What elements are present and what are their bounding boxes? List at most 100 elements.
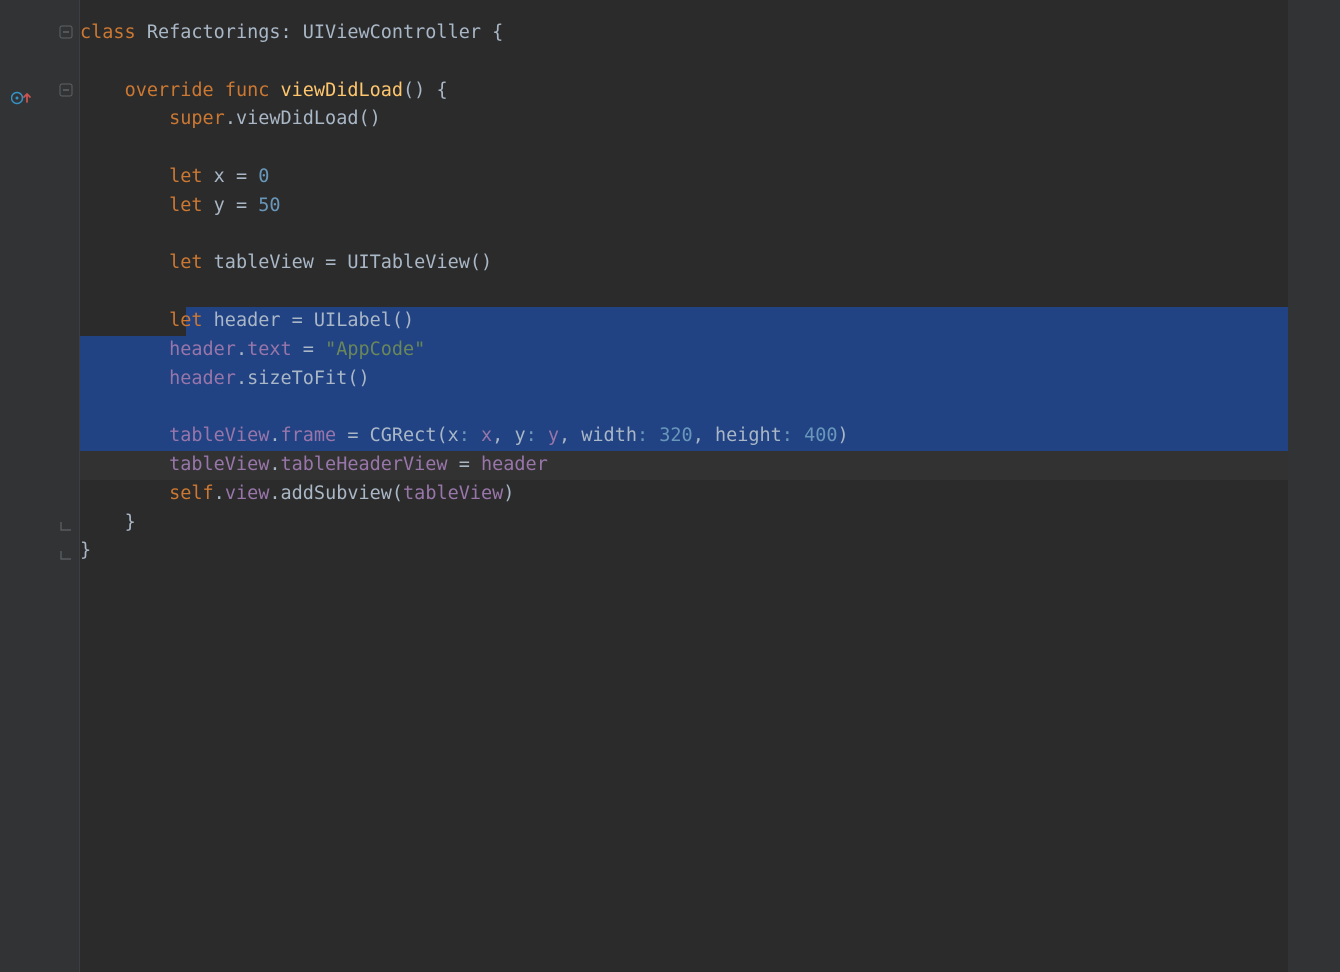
- fold-end-icon[interactable]: [59, 544, 73, 558]
- property: view: [225, 483, 270, 504]
- method-call: sizeToFit: [247, 368, 347, 389]
- dot: .: [269, 454, 280, 475]
- keyword: let: [169, 166, 202, 187]
- code-line[interactable]: let x = 0: [80, 163, 1340, 192]
- var-name: header: [214, 310, 281, 331]
- code-line[interactable]: [80, 48, 1340, 77]
- keyword: let: [169, 252, 202, 273]
- code-line[interactable]: header.text = "AppCode": [80, 336, 1340, 365]
- number: 0: [258, 166, 269, 187]
- eq: =: [303, 339, 314, 360]
- parens: (): [392, 310, 414, 331]
- dot: .: [236, 339, 247, 360]
- error-stripe[interactable]: [1288, 0, 1340, 972]
- number: 50: [258, 195, 280, 216]
- override-up-icon[interactable]: [11, 86, 31, 100]
- code-editor[interactable]: 💡 class Refactorings: UIViewController {…: [0, 0, 1340, 972]
- param-label: x: [448, 425, 459, 446]
- keyword: class: [80, 22, 136, 43]
- parens: (): [470, 252, 492, 273]
- identifier: header: [169, 339, 236, 360]
- code-line[interactable]: super.viewDidLoad(): [80, 105, 1340, 134]
- fold-toggle-icon[interactable]: [59, 25, 73, 39]
- dot: .: [269, 483, 280, 504]
- eq: =: [325, 252, 336, 273]
- code-line[interactable]: tableView.frame = CGRect(x: x, y: y, wid…: [80, 422, 1340, 451]
- param-label: y: [514, 425, 525, 446]
- code-line[interactable]: let y = 50: [80, 192, 1340, 221]
- brace: }: [125, 512, 136, 533]
- eq: =: [236, 166, 247, 187]
- eq: =: [236, 195, 247, 216]
- eq: =: [292, 310, 303, 331]
- function-name: viewDidLoad: [281, 80, 404, 101]
- parens: (): [358, 108, 380, 129]
- eq: =: [459, 454, 470, 475]
- comma: ,: [492, 425, 503, 446]
- arg: tableView: [403, 483, 503, 504]
- dot: .: [214, 483, 225, 504]
- dot: .: [225, 108, 236, 129]
- gutter[interactable]: [0, 0, 80, 972]
- comma: ,: [693, 425, 704, 446]
- fold-end-icon[interactable]: [59, 515, 73, 529]
- keyword: super: [169, 108, 225, 129]
- fold-toggle-icon[interactable]: [59, 83, 73, 97]
- type-name: UITableView: [347, 252, 470, 273]
- number: 400: [804, 425, 837, 446]
- brace: {: [436, 80, 447, 101]
- eq: =: [347, 425, 358, 446]
- code-line[interactable]: }: [80, 537, 1340, 566]
- brace: {: [492, 22, 503, 43]
- lparen: (: [392, 483, 403, 504]
- code-line[interactable]: class Refactorings: UIViewController {: [80, 19, 1340, 48]
- rparen: ): [838, 425, 849, 446]
- param-label: width: [581, 425, 637, 446]
- brace: }: [80, 540, 91, 561]
- type-name: CGRect: [370, 425, 437, 446]
- code-line[interactable]: [80, 278, 1340, 307]
- type-name: Refactorings: [147, 22, 281, 43]
- identifier: header: [169, 368, 236, 389]
- arg: x: [481, 425, 492, 446]
- code-line[interactable]: }: [80, 509, 1340, 538]
- identifier: tableView: [169, 454, 269, 475]
- parens: (): [403, 80, 425, 101]
- dot: .: [269, 425, 280, 446]
- lparen: (: [436, 425, 447, 446]
- code-line[interactable]: override func viewDidLoad() {: [80, 77, 1340, 106]
- code-line[interactable]: tableView.tableHeaderView = header: [80, 451, 1340, 480]
- rparen: ): [503, 483, 514, 504]
- colon: :: [782, 425, 793, 446]
- keyword: let: [169, 310, 202, 331]
- code-line[interactable]: [80, 134, 1340, 163]
- code-area[interactable]: 💡 class Refactorings: UIViewController {…: [80, 0, 1340, 972]
- keyword: func: [225, 80, 270, 101]
- property: frame: [281, 425, 337, 446]
- method-call: viewDidLoad: [236, 108, 359, 129]
- keyword: self: [169, 483, 214, 504]
- colon: :: [526, 425, 537, 446]
- code-line[interactable]: let header = UILabel(): [80, 307, 1340, 336]
- type-name: UILabel: [314, 310, 392, 331]
- arg: y: [548, 425, 559, 446]
- code-line[interactable]: [80, 221, 1340, 250]
- supertype: UIViewController: [303, 22, 481, 43]
- colon: :: [459, 425, 470, 446]
- code-line[interactable]: [80, 393, 1340, 422]
- property: tableHeaderView: [281, 454, 448, 475]
- code-line[interactable]: let tableView = UITableView(): [80, 249, 1340, 278]
- property: text: [247, 339, 292, 360]
- colon: :: [281, 22, 292, 43]
- code-line[interactable]: header.sizeToFit(): [80, 365, 1340, 394]
- keyword: override: [125, 80, 214, 101]
- colon: :: [637, 425, 648, 446]
- var-name: y: [214, 195, 225, 216]
- keyword: let: [169, 195, 202, 216]
- string: "AppCode": [325, 339, 425, 360]
- param-label: height: [715, 425, 782, 446]
- code-line[interactable]: self.view.addSubview(tableView): [80, 480, 1340, 509]
- parens: (): [347, 368, 369, 389]
- identifier: tableView: [169, 425, 269, 446]
- method-call: addSubview: [281, 483, 392, 504]
